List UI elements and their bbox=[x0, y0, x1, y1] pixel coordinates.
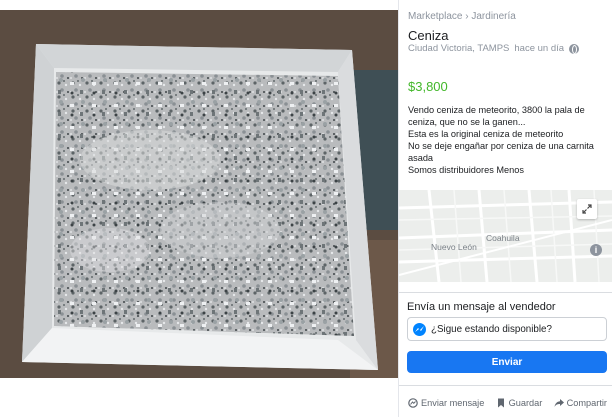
listing-details-panel: Marketplace › Jardinería Ceniza Ciudad V… bbox=[398, 0, 613, 417]
listing-description: Vendo ceniza de meteorito, 3800 la pala … bbox=[408, 104, 608, 176]
globe-icon bbox=[569, 43, 580, 54]
breadcrumb-separator: › bbox=[465, 11, 469, 22]
section-divider bbox=[399, 385, 612, 386]
bookmark-icon bbox=[496, 398, 506, 408]
description-line: asada bbox=[408, 153, 434, 163]
listing-time-ago: hace un día bbox=[514, 43, 565, 54]
listing-actions: Enviar mensaje Guardar Compartir bbox=[399, 393, 612, 413]
map-label-coahuila: Coahuila bbox=[486, 233, 520, 243]
send-message-action[interactable]: Enviar mensaje bbox=[408, 398, 484, 408]
breadcrumb-category-link[interactable]: Jardinería bbox=[471, 11, 515, 22]
share-action[interactable]: Compartir bbox=[554, 398, 607, 408]
section-divider bbox=[399, 292, 612, 293]
message-seller-heading: Envía un mensaje al vendedor bbox=[407, 301, 556, 313]
messenger-outline-icon bbox=[408, 398, 418, 408]
messenger-icon bbox=[413, 322, 426, 336]
description-line: Somos distribuidores Menos bbox=[408, 165, 524, 175]
share-label: Compartir bbox=[566, 398, 607, 408]
listing-location-row: Ciudad Victoria, TAMPS hace un día bbox=[408, 43, 580, 54]
listing-photo-panel bbox=[0, 0, 398, 417]
map-label-nuevo-leon: Nuevo León bbox=[431, 242, 477, 252]
expand-icon[interactable] bbox=[577, 199, 597, 219]
save-label: Guardar bbox=[508, 398, 543, 408]
info-icon[interactable]: i bbox=[590, 244, 602, 256]
description-line: No se deje engañar por ceniza de una car… bbox=[408, 141, 594, 151]
send-button[interactable]: Enviar bbox=[407, 351, 607, 373]
share-icon bbox=[554, 398, 564, 408]
breadcrumb-marketplace-link[interactable]: Marketplace bbox=[408, 11, 462, 22]
ash-in-box-photo bbox=[0, 10, 398, 378]
description-line: Vendo ceniza de meteorito, 3800 la pala … bbox=[408, 105, 585, 115]
send-message-label: Enviar mensaje bbox=[421, 398, 485, 408]
description-line: ceniza, que no se la ganen... bbox=[408, 117, 526, 127]
description-line: Esta es la original ceniza de meteorito bbox=[408, 129, 564, 139]
message-input-value: ¿Sigue estando disponible? bbox=[431, 323, 552, 335]
message-input[interactable]: ¿Sigue estando disponible? bbox=[407, 317, 607, 341]
location-map[interactable]: Coahuila Nuevo León i bbox=[399, 190, 612, 282]
listing-location[interactable]: Ciudad Victoria, TAMPS bbox=[408, 43, 509, 54]
listing-title: Ceniza bbox=[408, 28, 449, 43]
breadcrumb: Marketplace › Jardinería bbox=[408, 11, 516, 22]
listing-price: $3,800 bbox=[408, 79, 448, 94]
listing-photo[interactable] bbox=[0, 10, 398, 378]
save-action[interactable]: Guardar bbox=[496, 398, 543, 408]
